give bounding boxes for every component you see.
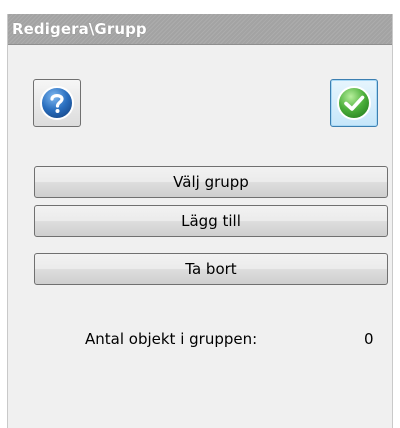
remove-button[interactable]: Ta bort <box>34 253 388 285</box>
group-count-label: Antal objekt i gruppen: <box>85 330 258 348</box>
ok-button[interactable] <box>330 79 378 127</box>
add-button[interactable]: Lägg till <box>34 205 388 237</box>
edit-group-panel: Redigera\Grupp Välj grupp Lägg till Ta b… <box>7 14 393 428</box>
panel-titlebar: Redigera\Grupp <box>8 14 392 45</box>
ok-checkmark-icon <box>337 86 371 120</box>
help-question-icon <box>40 86 74 120</box>
select-group-button[interactable]: Välj grupp <box>34 166 388 198</box>
help-button[interactable] <box>33 79 81 127</box>
panel-title: Redigera\Grupp <box>12 20 147 38</box>
group-count-value: 0 <box>364 330 374 348</box>
